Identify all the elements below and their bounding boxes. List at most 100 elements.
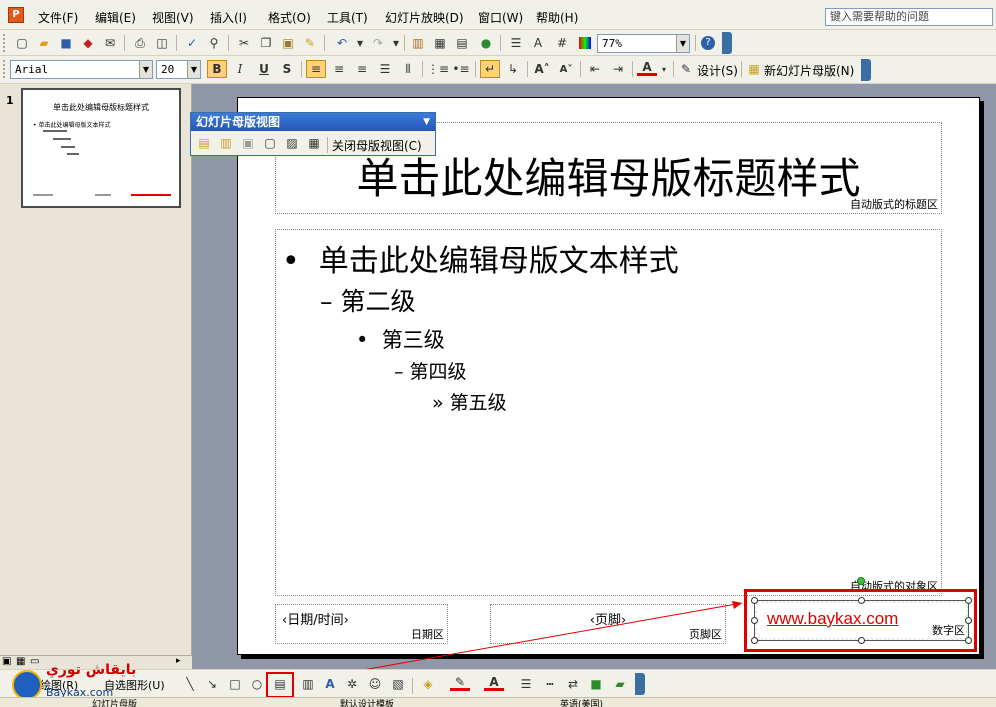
help-search-input[interactable]: 键入需要帮助的问题 bbox=[825, 8, 993, 26]
font-name-select[interactable]: Arial ▼ bbox=[10, 60, 153, 79]
object-placeholder[interactable]: • 单击此处编辑母版文本样式 – 第二级 • 第三级 – 第四级 » 第五级 自… bbox=[275, 229, 942, 596]
menu-insert[interactable]: 插入(I) bbox=[210, 9, 247, 26]
oval-icon[interactable]: ○ bbox=[247, 675, 267, 693]
resize-handle[interactable] bbox=[858, 637, 865, 644]
shadow-button[interactable]: S bbox=[277, 60, 297, 78]
line-color-icon[interactable]: ✎ bbox=[450, 675, 470, 691]
text-direction-rtl-icon[interactable]: ↳ bbox=[503, 60, 523, 78]
resize-handle[interactable] bbox=[965, 597, 972, 604]
research-icon[interactable]: ⚲ bbox=[204, 34, 224, 52]
body-level-5[interactable]: » 第五级 bbox=[432, 388, 507, 415]
menu-slideshow[interactable]: 幻灯片放映(D) bbox=[385, 9, 464, 26]
chevron-down-icon[interactable]: ▼ bbox=[676, 35, 689, 52]
menu-tools[interactable]: 工具(T) bbox=[327, 9, 368, 26]
resize-handle[interactable] bbox=[965, 637, 972, 644]
resize-handle[interactable] bbox=[751, 637, 758, 644]
numbering-icon[interactable]: ⋮≡ bbox=[427, 60, 449, 78]
new-master-icon[interactable]: ▦ bbox=[744, 60, 764, 78]
italic-button[interactable]: I bbox=[230, 60, 250, 78]
fill-color-icon[interactable]: ◈ bbox=[418, 675, 438, 693]
number-placeholder[interactable]: www.baykax.com 数字区 bbox=[751, 597, 972, 644]
body-level-4[interactable]: – 第四级 bbox=[394, 357, 467, 384]
print-preview-icon[interactable]: ◫ bbox=[152, 34, 172, 52]
color-grayscale-icon[interactable] bbox=[575, 34, 595, 52]
show-grid-icon[interactable]: # bbox=[552, 34, 572, 52]
permission-icon[interactable]: ◆ bbox=[78, 34, 98, 52]
design-icon[interactable]: ✎ bbox=[676, 60, 696, 78]
menu-format[interactable]: 格式(O) bbox=[268, 9, 311, 26]
open-folder-icon[interactable]: ▰ bbox=[34, 34, 54, 52]
close-master-view-button[interactable]: 关闭母版视图(C) bbox=[332, 137, 422, 154]
master-layout-icon[interactable]: ▦ bbox=[304, 134, 324, 152]
align-right-icon[interactable]: ≡ bbox=[352, 60, 372, 78]
toolbar-grip[interactable] bbox=[3, 60, 6, 78]
arrow-style-icon[interactable]: ⇄ bbox=[563, 675, 583, 693]
help-icon[interactable]: ? bbox=[698, 34, 718, 52]
menu-view[interactable]: 视图(V) bbox=[152, 9, 194, 26]
arrow-icon[interactable]: ↘ bbox=[202, 675, 222, 693]
slide-master[interactable]: 单击此处编辑母版标题样式 自动版式的标题区 • 单击此处编辑母版文本样式 – 第… bbox=[237, 97, 980, 655]
picture-icon[interactable]: ▧ bbox=[388, 675, 408, 693]
expand-all-icon[interactable]: ☰ bbox=[506, 34, 526, 52]
line-icon[interactable]: ╲ bbox=[180, 675, 200, 693]
menu-file[interactable]: 文件(F) bbox=[38, 9, 78, 26]
master-view-toolbar[interactable]: 幻灯片母版视图 ▼ ▤ ▥ ▣ ▢ ▨ ▦ 关闭母版视图(C) bbox=[190, 112, 436, 156]
slide-thumbnail[interactable]: 单击此处编辑母版标题样式 • 单击此处编辑母版文本样式 bbox=[21, 88, 181, 208]
show-formatting-icon[interactable]: A bbox=[528, 34, 548, 52]
design-button[interactable]: 设计(S) bbox=[697, 62, 738, 79]
menu-help[interactable]: 帮助(H) bbox=[536, 9, 578, 26]
resize-handle[interactable] bbox=[751, 597, 758, 604]
new-slide-master-button[interactable]: 新幻灯片母版(N) bbox=[764, 62, 854, 79]
increase-indent-icon[interactable]: ⇥ bbox=[608, 60, 628, 78]
save-icon[interactable]: ■ bbox=[56, 34, 76, 52]
email-icon[interactable]: ✉ bbox=[100, 34, 120, 52]
wordart-icon[interactable]: A bbox=[320, 675, 340, 693]
dash-style-icon[interactable]: ┅ bbox=[540, 675, 560, 693]
scroll-right-icon[interactable]: ▸ bbox=[176, 656, 181, 666]
menu-window[interactable]: 窗口(W) bbox=[478, 9, 523, 26]
date-field[interactable]: ‹日期/时间› bbox=[282, 609, 349, 628]
font-color-icon[interactable]: A bbox=[484, 675, 504, 691]
spelling-icon[interactable]: ✓ bbox=[182, 34, 202, 52]
body-level-2[interactable]: – 第二级 bbox=[320, 282, 415, 318]
decrease-indent-icon[interactable]: ⇤ bbox=[585, 60, 605, 78]
toolbar-options-icon[interactable] bbox=[861, 59, 871, 81]
delete-master-icon[interactable]: ▣ bbox=[238, 134, 258, 152]
decrease-font-icon[interactable]: A˅ bbox=[556, 60, 576, 78]
redo-dropdown-icon[interactable]: ▾ bbox=[386, 34, 406, 52]
insert-new-master-icon[interactable]: ▤ bbox=[194, 134, 214, 152]
menu-edit[interactable]: 编辑(E) bbox=[95, 9, 136, 26]
underline-button[interactable]: U bbox=[254, 60, 274, 78]
print-icon[interactable]: ⎙ bbox=[130, 34, 150, 52]
undo-dropdown-icon[interactable]: ▾ bbox=[350, 34, 370, 52]
insert-chart-icon[interactable]: ▥ bbox=[408, 34, 428, 52]
text-direction-ltr-icon[interactable]: ↵ bbox=[480, 60, 500, 78]
cut-icon[interactable]: ✂ bbox=[234, 34, 254, 52]
chevron-down-icon[interactable]: ▼ bbox=[187, 61, 200, 78]
paste-icon[interactable]: ▣ bbox=[278, 34, 298, 52]
insert-hyperlink-icon[interactable]: ● bbox=[476, 34, 496, 52]
vertical-textbox-icon[interactable]: ▥ bbox=[298, 675, 318, 693]
resize-handle[interactable] bbox=[751, 617, 758, 624]
distribute-icon[interactable]: ⦀ bbox=[398, 60, 418, 78]
toolbar-options-icon[interactable] bbox=[722, 32, 732, 54]
toolbar-grip[interactable] bbox=[3, 34, 6, 52]
justify-icon[interactable]: ☰ bbox=[375, 60, 395, 78]
resize-handle[interactable] bbox=[858, 597, 865, 604]
toolbar-options-icon[interactable] bbox=[635, 673, 645, 695]
powerpoint-app-icon[interactable]: P bbox=[8, 7, 24, 23]
copy-icon[interactable]: ❐ bbox=[256, 34, 276, 52]
rename-master-icon[interactable]: ▨ bbox=[282, 134, 302, 152]
zoom-select[interactable]: 77% ▼ bbox=[597, 34, 690, 53]
clipart-icon[interactable]: ☺ bbox=[365, 675, 385, 693]
line-style-icon[interactable]: ☰ bbox=[516, 675, 536, 693]
insert-table-icon[interactable]: ▦ bbox=[430, 34, 450, 52]
chevron-down-icon[interactable]: ▾ bbox=[654, 60, 674, 78]
new-icon[interactable]: ▢ bbox=[12, 34, 32, 52]
date-placeholder[interactable]: ‹日期/时间› 日期区 bbox=[275, 604, 448, 644]
bullets-icon[interactable]: •≡ bbox=[451, 60, 471, 78]
body-level-1[interactable]: • 单击此处编辑母版文本样式 bbox=[282, 236, 679, 280]
master-toolbar-title[interactable]: 幻灯片母版视图 ▼ bbox=[191, 113, 435, 131]
rectangle-icon[interactable]: □ bbox=[225, 675, 245, 693]
shadow-style-icon[interactable]: ■ bbox=[586, 675, 606, 693]
